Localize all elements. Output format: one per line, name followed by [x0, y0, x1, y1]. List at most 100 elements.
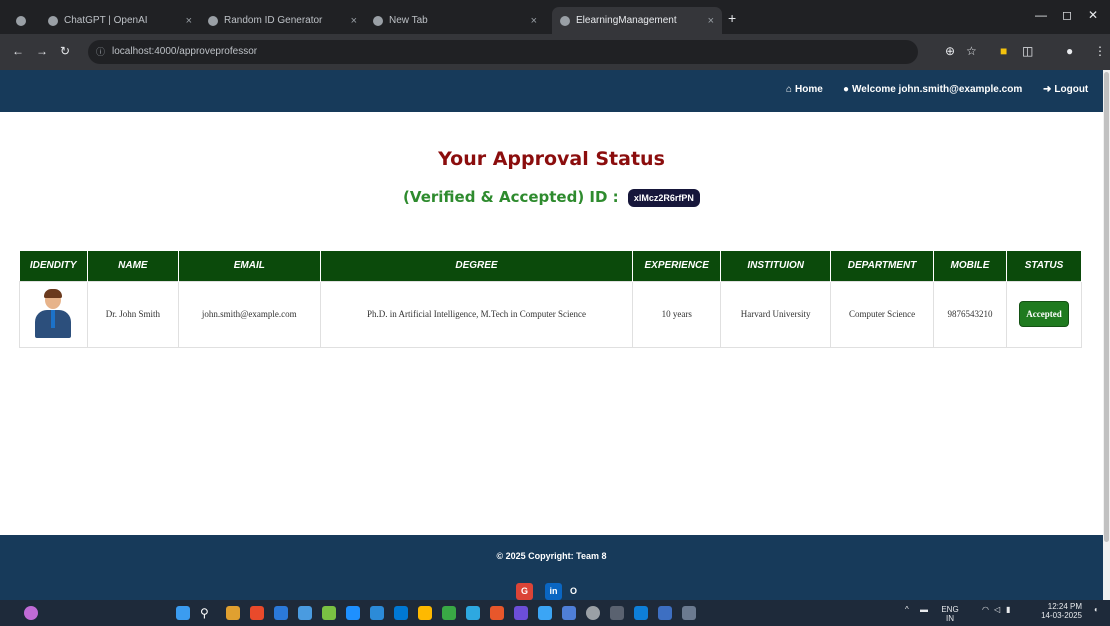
tray-chevron-icon[interactable]: ^: [905, 605, 909, 614]
app-icon[interactable]: [658, 606, 672, 620]
sidepanel-icon[interactable]: ◫: [1022, 44, 1033, 58]
widgets-icon[interactable]: [24, 606, 38, 620]
kebab-menu-icon[interactable]: ⋮: [1094, 44, 1106, 58]
clock[interactable]: 12:24 PM 14-03-2025: [1040, 602, 1082, 620]
col-mobile: MOBILE: [933, 251, 1007, 281]
settings-icon[interactable]: [586, 606, 600, 620]
bookmark-star-icon[interactable]: ☆: [966, 44, 977, 58]
reload-icon[interactable]: ↻: [60, 44, 70, 58]
table-row: Dr. John Smith john.smith@example.com Ph…: [19, 280, 1083, 348]
wifi-icon[interactable]: ◠: [982, 605, 989, 614]
col-email: EMAIL: [178, 251, 321, 281]
app-icon[interactable]: [562, 606, 576, 620]
minimize-icon[interactable]: —: [1035, 8, 1047, 22]
app-icon[interactable]: [322, 606, 336, 620]
degree-cell: Ph.D. in Artificial Intelligence, M.Tech…: [319, 280, 634, 348]
page-title: Your Approval Status: [438, 148, 665, 170]
forward-icon[interactable]: →: [36, 44, 48, 58]
user-icon: ●: [843, 84, 850, 95]
close-icon[interactable]: ×: [186, 15, 192, 27]
copyright-text: © 2025 Copyright: Team 8: [496, 551, 607, 561]
app-icon[interactable]: [538, 606, 552, 620]
app-icon[interactable]: [442, 606, 456, 620]
windows-taskbar: ⚲ ^ ▬ ENG IN ◠ ◁ ▮ 12:24 PM 14-03-2025 ◐: [0, 600, 1110, 626]
chrome-icon[interactable]: [490, 606, 504, 620]
welcome-user-link[interactable]: ● Welcome john.smith@example.com: [843, 84, 1022, 95]
institution-cell: Harvard University: [720, 280, 832, 348]
vscode-icon[interactable]: [634, 606, 648, 620]
browser-menu[interactable]: [8, 7, 40, 34]
avatar-tie: [51, 310, 56, 328]
tab-chatgpt[interactable]: ChatGPT | OpenAI ×: [40, 7, 200, 34]
app-icon[interactable]: [370, 606, 384, 620]
site-navbar: ⌂ Home ● Welcome john.smith@example.com ➜ L…: [0, 70, 1103, 112]
avatar: [33, 289, 73, 339]
network-icon[interactable]: ▬: [920, 605, 928, 614]
app-icon[interactable]: [394, 606, 408, 620]
volume-icon[interactable]: ◁: [994, 605, 1000, 614]
globe-icon: [373, 15, 383, 26]
department-cell: Computer Science: [830, 280, 935, 348]
col-department: DEPARTMENT: [830, 251, 935, 281]
table-header-row: IDENDITY NAME EMAIL DEGREE EXPERIENCE IN…: [19, 251, 1083, 281]
zoom-icon[interactable]: ⊕: [945, 44, 955, 58]
notifications-icon[interactable]: ◐: [1094, 605, 1099, 614]
logout-link[interactable]: ➜ Logout: [1043, 84, 1088, 95]
scrollbar-thumb[interactable]: [1104, 72, 1109, 542]
experience-cell: 10 years: [632, 280, 722, 348]
col-institution: INSTITUION: [720, 251, 832, 281]
menu-icon: [16, 15, 26, 26]
close-window-icon[interactable]: ✕: [1088, 8, 1098, 22]
back-icon[interactable]: ←: [12, 44, 24, 58]
id-badge: xIMcz2R6rfPN: [627, 188, 700, 207]
app-icon[interactable]: [682, 606, 696, 620]
app-icon[interactable]: [466, 606, 480, 620]
name-cell: Dr. John Smith: [86, 280, 179, 348]
google-icon[interactable]: G: [516, 583, 533, 600]
accepted-status-button[interactable]: Accepted: [1019, 301, 1069, 327]
extension-icon[interactable]: ■: [1000, 44, 1007, 58]
app-icon[interactable]: [346, 606, 360, 620]
app-icon[interactable]: [514, 606, 528, 620]
col-name: NAME: [87, 251, 179, 281]
site-info-icon[interactable]: ⓘ: [96, 40, 105, 64]
app-icon[interactable]: [250, 606, 264, 620]
app-icon[interactable]: [610, 606, 624, 620]
app-icon[interactable]: [298, 606, 312, 620]
col-experience: EXPERIENCE: [632, 251, 722, 281]
col-degree: DEGREE: [320, 251, 634, 281]
maximize-icon[interactable]: ◻: [1062, 8, 1072, 22]
profile-icon[interactable]: ●: [1066, 44, 1073, 58]
search-icon[interactable]: ⚲: [200, 606, 214, 620]
chatgpt-icon: [48, 15, 58, 26]
tab-new[interactable]: New Tab ×: [365, 7, 545, 34]
home-link[interactable]: ⌂ Home: [786, 84, 823, 95]
start-icon[interactable]: [176, 606, 190, 620]
tab-random-id[interactable]: Random ID Generator ×: [200, 7, 365, 34]
browser-tab-bar: ChatGPT | OpenAI × Random ID Generator × N…: [0, 0, 1110, 34]
professor-table: IDENDITY NAME EMAIL DEGREE EXPERIENCE IN…: [19, 251, 1083, 348]
new-tab-button[interactable]: +: [728, 10, 736, 26]
linkedin-icon[interactable]: in: [545, 583, 562, 600]
col-status: STATUS: [1006, 251, 1083, 281]
browser-toolbar: ← → ↻ ⓘ localhost:4000/approveprofessor …: [0, 34, 1110, 70]
close-icon[interactable]: ×: [708, 15, 714, 27]
status-cell: Accepted: [1005, 280, 1083, 348]
site-icon: [560, 15, 570, 26]
col-identity: IDENDITY: [19, 251, 88, 281]
file-explorer-icon[interactable]: [418, 606, 432, 620]
app-icon[interactable]: [226, 606, 240, 620]
tab-elearning[interactable]: ElearningManagement ×: [552, 7, 722, 34]
battery-icon[interactable]: ▮: [1006, 605, 1010, 614]
status-label: (Verified & Accepted) ID :: [403, 188, 619, 206]
site-icon: [208, 15, 218, 26]
address-bar[interactable]: ⓘ localhost:4000/approveprofessor: [88, 40, 918, 64]
app-icon[interactable]: [274, 606, 288, 620]
github-icon[interactable]: O: [565, 583, 582, 600]
close-icon[interactable]: ×: [531, 15, 537, 27]
page-scrollbar[interactable]: [1103, 70, 1110, 600]
close-icon[interactable]: ×: [351, 15, 357, 27]
language-indicator[interactable]: ENG IN: [940, 605, 960, 623]
logout-icon: ➜: [1043, 84, 1052, 95]
identity-cell: [19, 280, 88, 348]
